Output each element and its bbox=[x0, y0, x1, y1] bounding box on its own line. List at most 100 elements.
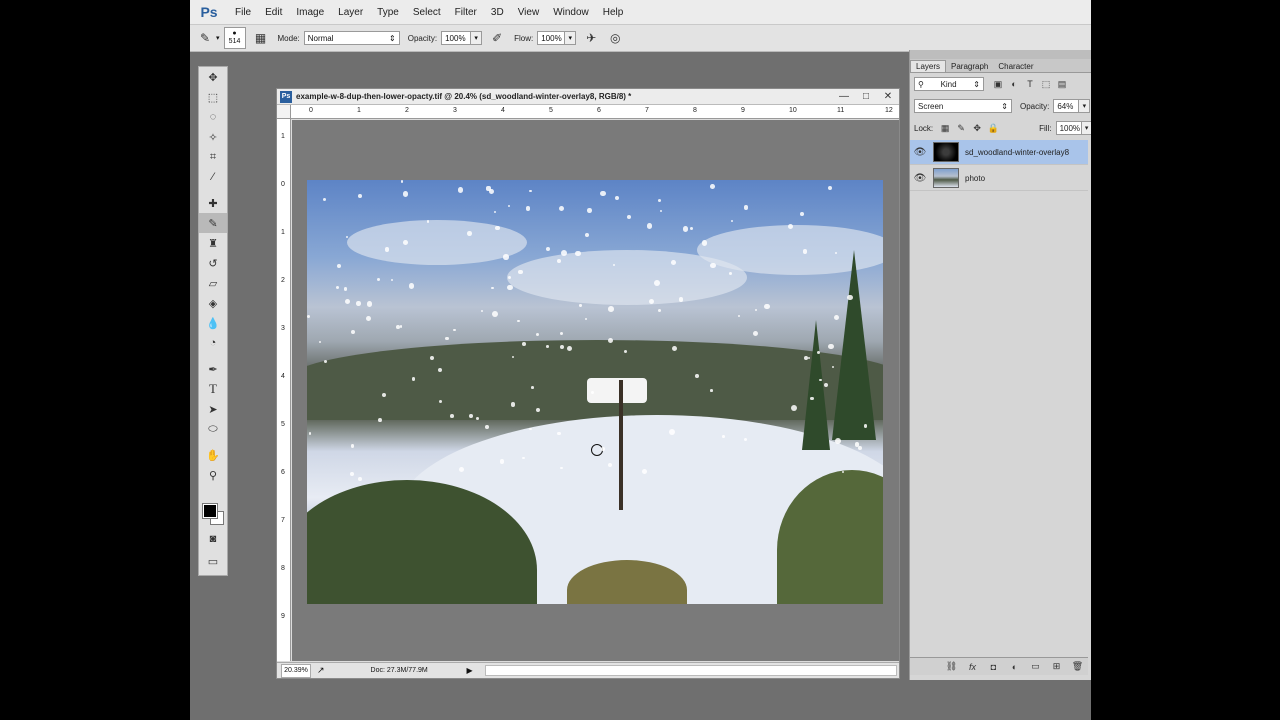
brush-tool-icon[interactable]: ✎ bbox=[196, 29, 214, 47]
layer-style-icon[interactable]: fx bbox=[962, 662, 983, 672]
status-menu-arrow-icon[interactable]: ▶ bbox=[467, 666, 473, 675]
close-button[interactable]: ✕ bbox=[877, 91, 899, 102]
vertical-ruler[interactable]: 1 0 1 2 3 4 5 6 7 8 9 bbox=[277, 119, 291, 661]
fill-arrow-icon[interactable]: ▾ bbox=[1081, 121, 1091, 135]
lock-pixels-icon[interactable]: ✎ bbox=[953, 121, 969, 135]
ruler-tick-label: 0 bbox=[309, 107, 313, 114]
pressure-opacity-icon[interactable]: ✐ bbox=[488, 29, 506, 47]
airbrush-icon[interactable]: ✈ bbox=[582, 29, 600, 47]
quick-select-tool-icon[interactable]: ✧ bbox=[199, 127, 227, 147]
delete-layer-icon[interactable]: 🗑 bbox=[1067, 661, 1088, 672]
ruler-tick-label: 12 bbox=[885, 107, 893, 114]
add-mask-icon[interactable]: ◘ bbox=[983, 662, 1004, 672]
horizontal-scrollbar[interactable] bbox=[484, 665, 897, 676]
opacity-dropdown-arrow-icon[interactable]: ▾ bbox=[471, 31, 483, 45]
mode-select[interactable]: Normal ⇕ bbox=[303, 31, 400, 45]
maximize-button[interactable]: □ bbox=[855, 91, 877, 102]
minimize-button[interactable]: — bbox=[833, 91, 855, 102]
menu-layer[interactable]: Layer bbox=[331, 7, 370, 18]
export-icon[interactable]: ↗ bbox=[317, 665, 325, 676]
snowflake-dot bbox=[600, 190, 607, 197]
zoom-tool-icon[interactable]: ⚲ bbox=[199, 465, 227, 485]
foreground-color-swatch[interactable] bbox=[202, 503, 218, 519]
layer-opacity-input[interactable]: 64% bbox=[1053, 99, 1080, 113]
path-select-tool-icon[interactable]: ➤ bbox=[199, 399, 227, 419]
visibility-eye-icon[interactable]: 👁 bbox=[910, 147, 930, 158]
healing-brush-tool-icon[interactable]: ✚ bbox=[199, 193, 227, 213]
menu-bar: Ps File Edit Image Layer Type Select Fil… bbox=[190, 0, 1091, 25]
tab-layers[interactable]: Layers bbox=[910, 60, 947, 72]
layer-opacity-arrow-icon[interactable]: ▾ bbox=[1079, 99, 1091, 113]
flow-input[interactable]: 100% bbox=[537, 31, 566, 45]
lock-all-icon[interactable]: 🔒 bbox=[985, 121, 1001, 135]
panel-collapse-bar[interactable] bbox=[910, 50, 1091, 59]
visibility-eye-icon[interactable]: 👁 bbox=[910, 173, 930, 184]
layer-row-overlay[interactable]: 👁 sd_woodland-winter-overlay8 bbox=[910, 140, 1088, 165]
eraser-tool-icon[interactable]: ▱ bbox=[199, 273, 227, 293]
pressure-size-icon[interactable]: ◎ bbox=[606, 29, 624, 47]
menu-3d[interactable]: 3D bbox=[484, 7, 511, 18]
menu-edit[interactable]: Edit bbox=[258, 7, 289, 18]
clone-stamp-tool-icon[interactable]: ♜ bbox=[199, 233, 227, 253]
menu-help[interactable]: Help bbox=[596, 7, 631, 18]
screen-mode-icon[interactable]: ▭ bbox=[199, 551, 227, 571]
menu-filter[interactable]: Filter bbox=[448, 7, 484, 18]
new-group-icon[interactable]: ▭ bbox=[1025, 661, 1046, 672]
kind-filter-select[interactable]: ⚲ Kind ⇕ bbox=[914, 77, 984, 91]
canvas-area[interactable] bbox=[292, 120, 899, 661]
quick-mask-icon[interactable]: ◙ bbox=[199, 529, 227, 549]
ellipse-tool-icon[interactable]: ⬭ bbox=[199, 419, 227, 439]
menu-select[interactable]: Select bbox=[406, 7, 448, 18]
blend-mode-select[interactable]: Screen ⇕ bbox=[914, 99, 1012, 113]
pen-tool-icon[interactable]: ✒ bbox=[199, 359, 227, 379]
menu-type[interactable]: Type bbox=[370, 7, 406, 18]
eyedropper-tool-icon[interactable]: ⁄ bbox=[199, 167, 227, 187]
history-brush-tool-icon[interactable]: ↺ bbox=[199, 253, 227, 273]
hand-tool-icon[interactable]: ✋ bbox=[199, 445, 227, 465]
flow-dropdown-arrow-icon[interactable]: ▾ bbox=[565, 31, 577, 45]
smart-object-filter-icon[interactable]: ▤ bbox=[1054, 77, 1070, 91]
snowflake-dot bbox=[376, 277, 380, 281]
paint-bucket-tool-icon[interactable]: ◈ bbox=[199, 293, 227, 313]
menu-image[interactable]: Image bbox=[289, 7, 331, 18]
snowflake-dot bbox=[426, 220, 430, 223]
crop-tool-icon[interactable]: ⌗ bbox=[199, 147, 227, 167]
horizontal-ruler[interactable]: 0 1 2 3 4 5 6 7 8 9 10 11 12 bbox=[291, 105, 899, 119]
dodge-tool-icon[interactable]: ◔ bbox=[199, 333, 227, 353]
snowflake-dot bbox=[800, 212, 805, 216]
brush-preset-picker[interactable]: ● 514 bbox=[223, 27, 246, 49]
tab-character[interactable]: Character bbox=[993, 61, 1038, 72]
move-tool-icon[interactable]: ✥ bbox=[199, 67, 227, 87]
pixel-filter-icon[interactable]: ▣ bbox=[990, 77, 1006, 91]
lasso-tool-icon[interactable]: ◌ bbox=[199, 107, 227, 127]
brush-tool-icon[interactable]: ✎ bbox=[199, 213, 227, 233]
snow-landscape-artwork[interactable] bbox=[307, 180, 883, 604]
type-tool-icon[interactable]: T bbox=[199, 379, 227, 399]
adjustment-filter-icon[interactable]: ◐ bbox=[1006, 77, 1022, 91]
zoom-level-field[interactable]: 20.39% bbox=[281, 663, 311, 678]
fill-input[interactable]: 100% bbox=[1055, 121, 1082, 135]
new-layer-icon[interactable]: ⊞ bbox=[1046, 661, 1067, 672]
snowflake-dot bbox=[654, 280, 661, 286]
blur-tool-icon[interactable]: 💧 bbox=[199, 313, 227, 333]
ruler-origin[interactable] bbox=[277, 105, 291, 119]
lock-position-icon[interactable]: ✥ bbox=[969, 121, 985, 135]
type-filter-icon[interactable]: T bbox=[1022, 77, 1038, 91]
document-title-bar[interactable]: Ps example-w-8-dup-then-lower-opacty.tif… bbox=[277, 89, 899, 105]
brush-panel-toggle-icon[interactable]: ▦ bbox=[252, 29, 270, 47]
document-window: Ps example-w-8-dup-then-lower-opacty.tif… bbox=[276, 88, 900, 679]
menu-window[interactable]: Window bbox=[546, 7, 596, 18]
tool-preset-chevron-icon[interactable]: ▾ bbox=[216, 34, 220, 42]
opacity-input[interactable]: 100% bbox=[441, 31, 472, 45]
marquee-tool-icon[interactable]: ⬚ bbox=[199, 87, 227, 107]
tab-paragraph[interactable]: Paragraph bbox=[946, 61, 993, 72]
ruler-tick-label: 5 bbox=[549, 107, 553, 114]
link-layers-icon[interactable]: ⛓ bbox=[941, 661, 962, 672]
menu-view[interactable]: View bbox=[511, 7, 547, 18]
shape-filter-icon[interactable]: ⬚ bbox=[1038, 77, 1054, 91]
layer-row-photo[interactable]: 👁 photo bbox=[910, 166, 1088, 191]
menu-file[interactable]: File bbox=[228, 7, 258, 18]
lock-transparency-icon[interactable]: ▦ bbox=[937, 121, 953, 135]
snowflake-dot bbox=[764, 303, 771, 310]
adjustment-layer-icon[interactable]: ◐ bbox=[1004, 662, 1025, 672]
